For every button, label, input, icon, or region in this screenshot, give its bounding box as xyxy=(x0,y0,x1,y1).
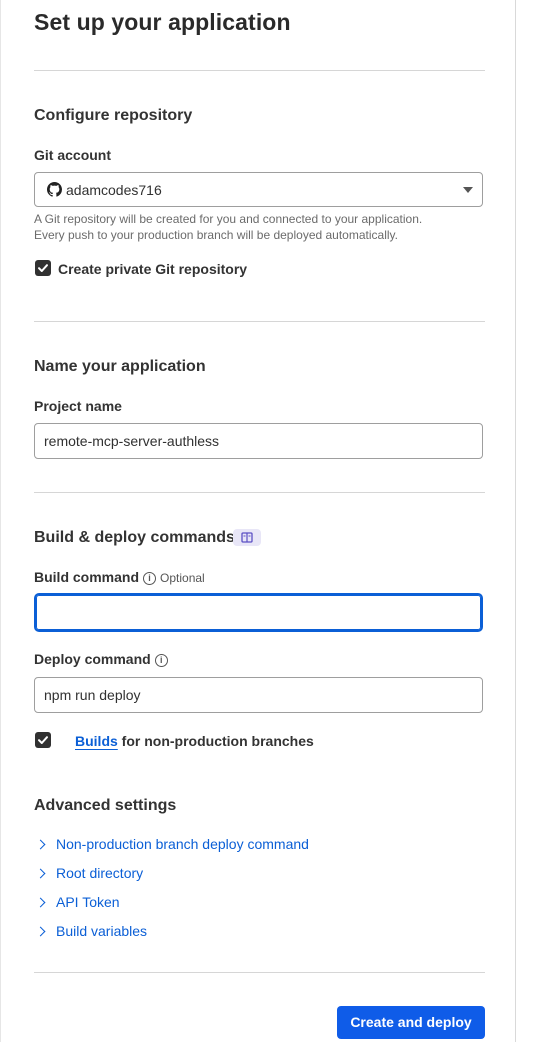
chevron-right-icon xyxy=(35,868,46,879)
section-heading-build: Build & deploy commands xyxy=(34,529,235,546)
info-icon[interactable]: i xyxy=(143,572,157,585)
section-heading-repository: Configure repository xyxy=(34,107,193,124)
project-name-value: remote-mcp-server-authless xyxy=(44,433,220,449)
chevron-right-icon xyxy=(35,839,46,850)
checkmark-icon xyxy=(38,736,48,744)
chevron-right-icon xyxy=(35,897,46,908)
builds-suffix: for non-production branches xyxy=(117,733,314,749)
docs-badge[interactable] xyxy=(233,529,261,546)
github-icon xyxy=(47,182,62,197)
advanced-item-build-variables[interactable]: Build variables xyxy=(35,923,148,943)
advanced-item-nonprod-deploy[interactable]: Non-production branch deploy command xyxy=(35,836,309,856)
project-name-input[interactable]: remote-mcp-server-authless xyxy=(34,423,483,459)
builds-link[interactable]: Builds xyxy=(75,733,118,749)
create-and-deploy-button[interactable]: Create and deploy xyxy=(337,1006,485,1039)
help-text-line-2: Every push to your production branch wil… xyxy=(34,228,398,242)
git-account-select[interactable]: adamcodes716 xyxy=(34,172,483,207)
info-icon[interactable]: i xyxy=(154,654,168,667)
divider xyxy=(34,972,485,973)
build-command-label-row: Build command i Optional xyxy=(34,569,205,585)
advanced-item-root-directory[interactable]: Root directory xyxy=(35,865,144,885)
builds-label-row: Builds for non-production branches xyxy=(75,733,314,749)
advanced-item-label: Build variables xyxy=(56,923,148,939)
deploy-command-input[interactable]: npm run deploy xyxy=(34,677,483,713)
advanced-item-api-token[interactable]: API Token xyxy=(35,894,120,914)
deploy-command-label-row: Deploy command i xyxy=(34,651,168,667)
advanced-item-label: Non-production branch deploy command xyxy=(56,836,309,852)
private-repo-checkbox[interactable] xyxy=(35,260,51,276)
deploy-command-label: Deploy command xyxy=(34,651,151,667)
checkmark-icon xyxy=(38,264,48,272)
advanced-item-label: Root directory xyxy=(56,865,144,881)
setup-panel: Set up your application Configure reposi… xyxy=(0,0,516,1042)
optional-tag: Optional xyxy=(160,571,205,585)
project-name-label: Project name xyxy=(34,398,122,414)
git-account-label: Git account xyxy=(34,147,112,163)
section-heading-application: Name your application xyxy=(34,358,206,375)
caret-down-icon xyxy=(463,187,473,193)
page-title: Set up your application xyxy=(34,9,291,35)
git-account-value: adamcodes716 xyxy=(66,182,162,198)
section-heading-advanced: Advanced settings xyxy=(34,797,177,814)
book-icon xyxy=(241,532,253,543)
repository-help-text: A Git repository will be created for you… xyxy=(34,211,484,243)
divider xyxy=(34,492,485,493)
private-repo-label: Create private Git repository xyxy=(58,261,248,277)
chevron-right-icon xyxy=(35,926,46,937)
deploy-command-value: npm run deploy xyxy=(44,687,141,703)
builds-checkbox[interactable] xyxy=(35,732,51,748)
divider xyxy=(34,70,485,71)
help-text-line-1: A Git repository will be created for you… xyxy=(34,212,423,226)
build-command-label: Build command xyxy=(34,569,140,585)
divider xyxy=(34,321,485,322)
build-command-input[interactable] xyxy=(34,593,483,632)
advanced-item-label: API Token xyxy=(56,894,120,910)
